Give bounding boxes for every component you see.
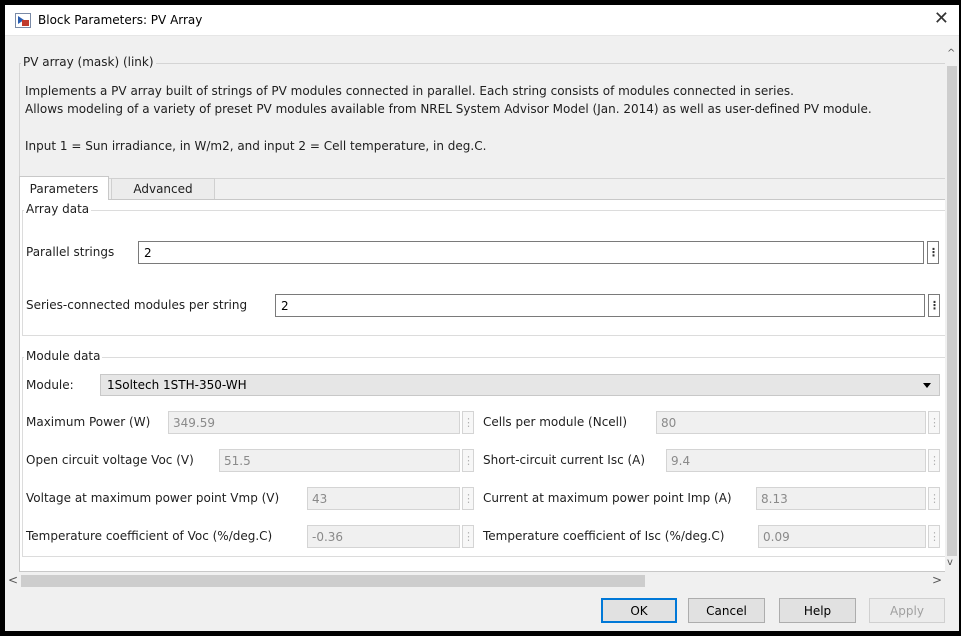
- tab-advanced[interactable]: Advanced: [111, 178, 215, 200]
- isc-field: 9.4: [666, 449, 926, 472]
- ok-button[interactable]: OK: [601, 598, 677, 623]
- imp-more-icon: ⋮: [928, 487, 940, 510]
- chevron-down-icon: [923, 383, 931, 388]
- temp-coef-isc-field: 0.09: [758, 525, 926, 548]
- mask-description-line-2: Allows modeling of a variety of preset P…: [25, 102, 872, 116]
- cells-per-module-label: Cells per module (Ncell): [483, 415, 628, 429]
- block-parameters-dialog: Block Parameters: PV Array ✕ PV array (m…: [5, 5, 959, 631]
- vertical-scroll-thumb[interactable]: [947, 66, 957, 556]
- scroll-down-icon[interactable]: v: [947, 557, 953, 568]
- cells-per-module-more-icon: ⋮: [928, 411, 940, 434]
- scroll-up-icon[interactable]: ^: [947, 48, 955, 59]
- array-data-legend: Array data: [24, 202, 92, 216]
- max-power-label: Maximum Power (W): [26, 415, 151, 429]
- parameters-panel: Array data Parallel strings 2 ⋮ Series-c…: [19, 199, 945, 572]
- series-modules-label: Series-connected modules per string: [26, 298, 248, 312]
- max-power-more-icon: ⋮: [462, 411, 474, 434]
- dialog-content: PV array (mask) (link) Implements a PV a…: [5, 36, 945, 572]
- module-select-value: 1Soltech 1STH-350-WH: [107, 378, 247, 392]
- temp-coef-voc-more-icon: ⋮: [462, 525, 474, 548]
- vmp-more-icon: ⋮: [462, 487, 474, 510]
- parallel-strings-label: Parallel strings: [26, 245, 115, 259]
- module-label: Module:: [26, 378, 74, 392]
- temp-coef-voc-label: Temperature coefficient of Voc (%/deg.C): [26, 529, 273, 543]
- close-icon[interactable]: ✕: [934, 9, 949, 29]
- voc-field: 51.5: [219, 449, 460, 472]
- mask-description-line-3: Input 1 = Sun irradiance, in W/m2, and i…: [25, 139, 487, 153]
- horizontal-scrollbar[interactable]: < >: [5, 572, 945, 589]
- scroll-right-icon[interactable]: >: [932, 573, 942, 587]
- vertical-scrollbar[interactable]: ^ v: [945, 36, 959, 572]
- scroll-left-icon[interactable]: <: [8, 573, 18, 587]
- array-data-group: [22, 210, 945, 336]
- temp-coef-isc-more-icon: ⋮: [928, 525, 940, 548]
- title-bar: Block Parameters: PV Array ✕: [5, 5, 959, 36]
- module-row: Module: 1Soltech 1STH-350-WH: [20, 370, 945, 400]
- imp-label: Current at maximum power point Imp (A): [483, 491, 732, 505]
- mask-description-group: [19, 63, 945, 179]
- series-modules-field[interactable]: 2: [275, 294, 925, 317]
- voc-more-icon: ⋮: [462, 449, 474, 472]
- parallel-strings-field[interactable]: 2: [138, 241, 924, 264]
- module-data-legend: Module data: [24, 349, 103, 363]
- window-title: Block Parameters: PV Array: [38, 13, 203, 27]
- imp-field: 8.13: [756, 487, 926, 510]
- mask-description-line-1: Implements a PV array built of strings o…: [25, 84, 794, 98]
- help-button[interactable]: Help: [779, 598, 856, 623]
- cancel-button[interactable]: Cancel: [688, 598, 765, 623]
- apply-button[interactable]: Apply: [869, 598, 945, 623]
- vmp-field: 43: [307, 487, 460, 510]
- voc-label: Open circuit voltage Voc (V): [26, 453, 194, 467]
- temp-coef-isc-label: Temperature coefficient of Isc (%/deg.C): [483, 529, 725, 543]
- cells-per-module-field: 80: [656, 411, 926, 434]
- parallel-strings-more-icon[interactable]: ⋮: [927, 241, 939, 264]
- max-power-field: 349.59: [168, 411, 460, 434]
- horizontal-scroll-thumb[interactable]: [21, 575, 645, 587]
- mask-title: PV array (mask) (link): [21, 55, 156, 69]
- isc-label: Short-circuit current Isc (A): [483, 453, 646, 467]
- simulink-block-icon: [15, 13, 31, 28]
- series-modules-more-icon[interactable]: ⋮: [928, 294, 940, 317]
- module-select[interactable]: 1Soltech 1STH-350-WH: [100, 374, 940, 396]
- temp-coef-voc-field: -0.36: [307, 525, 460, 548]
- vmp-label: Voltage at maximum power point Vmp (V): [26, 491, 280, 505]
- isc-more-icon: ⋮: [928, 449, 940, 472]
- tab-parameters[interactable]: Parameters: [19, 176, 109, 200]
